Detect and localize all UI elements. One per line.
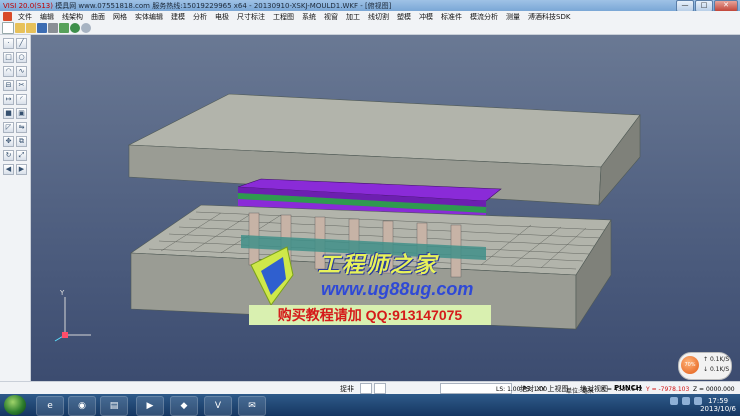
system-tray xyxy=(670,397,702,405)
layer-icon[interactable] xyxy=(59,23,69,33)
trim-tool-icon[interactable]: ✂ xyxy=(16,80,27,91)
snap-toggle[interactable] xyxy=(360,383,372,394)
menu-analysis[interactable]: 分析 xyxy=(189,12,211,22)
watermark-contact-text: 购买教程请加 QQ:913147075 xyxy=(277,307,463,323)
axis-triad xyxy=(54,297,91,342)
3d-viewport[interactable]: 工程师之家 www.ug88ug.com 购买教程请加 QQ:913147075… xyxy=(31,35,740,381)
menu-standard-parts[interactable]: 标准件 xyxy=(437,12,466,22)
new-file-icon[interactable] xyxy=(2,22,14,34)
fillet-tool-icon[interactable]: ◜ xyxy=(16,94,27,105)
arrow-left-icon[interactable]: ◀ xyxy=(3,164,14,175)
coord-x: X = 4339.642 xyxy=(601,386,643,393)
title-bar: VISI 20.0(S13) 模具网 www.07551818.com 服务热线… xyxy=(0,0,740,12)
main-toolbar xyxy=(0,22,740,35)
tray-network-icon[interactable] xyxy=(670,397,678,405)
snap-label[interactable]: 捉非 xyxy=(340,384,354,394)
coord-z: Z = 0000.000 xyxy=(693,386,735,393)
menu-file[interactable]: 文件 xyxy=(14,12,36,22)
line-scale: LS: 1.00 PS: 1.00 xyxy=(496,386,548,393)
clock-time: 17:59 xyxy=(707,397,729,405)
scale-tool-icon[interactable]: ⤢ xyxy=(16,150,27,161)
network-speed-widget[interactable]: 70% ↑ 0.1K/S ↓ 0.1K/S xyxy=(678,352,732,380)
taskbar-visi-icon[interactable]: V xyxy=(204,396,232,416)
copy-tool-icon[interactable]: ⧉ xyxy=(16,136,27,147)
line-tool-icon[interactable]: ╱ xyxy=(16,38,27,49)
watermark-brand: 工程师之家 xyxy=(318,252,439,278)
open-folder-icon[interactable] xyxy=(15,23,25,33)
taskbar-qq-icon[interactable]: ◉ xyxy=(68,396,96,416)
mold-assembly-model xyxy=(54,93,641,342)
menu-modeling[interactable]: 建模 xyxy=(167,12,189,22)
rotate-tool-icon[interactable]: ↻ xyxy=(3,150,14,161)
menu-stamping-die[interactable]: 冲模 xyxy=(415,12,437,22)
windows-taskbar: e ◉ ▤ ▶ ◆ V ✉ 17:59 2013/10/6 xyxy=(0,394,740,416)
box-tool-icon[interactable]: ▣ xyxy=(16,108,27,119)
network-usage-indicator: 70% xyxy=(681,356,699,374)
menu-wire-cut[interactable]: 线切割 xyxy=(364,12,393,22)
taskbar-folder-icon[interactable]: ▤ xyxy=(100,396,128,416)
menu-system[interactable]: 系统 xyxy=(298,12,320,22)
coord-y: Y = -7978.103 xyxy=(646,386,690,393)
menu-sdk[interactable]: 溥酒科技SDK xyxy=(524,12,574,22)
download-speed: ↓ 0.1K/S xyxy=(703,366,730,373)
menu-wireframe[interactable]: 线架构 xyxy=(58,12,87,22)
taskbar-clock[interactable]: 17:59 2013/10/6 xyxy=(700,397,736,413)
upload-speed-value: 0.1K/S xyxy=(709,356,730,363)
help-icon[interactable] xyxy=(81,23,91,33)
watermark-url: www.ug88ug.com xyxy=(321,279,474,299)
window-title-text: 模具网 www.07551818.com 服务热线:15019229965 x6… xyxy=(52,2,392,10)
taskbar-chat-icon[interactable]: ✉ xyxy=(238,396,266,416)
arc-tool-icon[interactable]: ◠ xyxy=(3,66,14,77)
folder-icon[interactable] xyxy=(26,23,36,33)
menu-drawing[interactable]: 工程图 xyxy=(269,12,298,22)
menu-measure[interactable]: 测量 xyxy=(502,12,524,22)
menu-solid-edit[interactable]: 实体编辑 xyxy=(131,12,167,22)
arrow-right-icon[interactable]: ▶ xyxy=(16,164,27,175)
upload-speed: ↑ 0.1K/S xyxy=(703,356,730,363)
taskbar-ie-icon[interactable]: e xyxy=(36,396,64,416)
taskbar-app-icon[interactable]: ◆ xyxy=(170,396,198,416)
point-tool-icon[interactable]: · xyxy=(3,38,14,49)
download-speed-value: 0.1K/S xyxy=(709,366,730,373)
circle-tool-icon[interactable]: ○ xyxy=(16,52,27,63)
grid-toggle[interactable] xyxy=(374,383,386,394)
coord-bar: LS: 1.00 PS: 1.00 单位: 毫米 X = 4339.642 Y … xyxy=(440,386,740,395)
menu-plastic-mold[interactable]: 塑模 xyxy=(393,12,415,22)
app-menu-icon[interactable] xyxy=(3,12,12,21)
chamfer-tool-icon[interactable]: ◸ xyxy=(3,122,14,133)
menu-mesh[interactable]: 网格 xyxy=(109,12,131,22)
menu-edit[interactable]: 编辑 xyxy=(36,12,58,22)
tray-volume-icon[interactable] xyxy=(682,397,690,405)
axis-y-label: Y xyxy=(60,289,65,297)
save-icon[interactable] xyxy=(37,23,47,33)
refresh-icon[interactable] xyxy=(70,23,80,33)
app-version: VISI 20.0(S13) xyxy=(3,2,53,10)
menu-electrode[interactable]: 电极 xyxy=(211,12,233,22)
start-button[interactable] xyxy=(4,395,26,415)
left-toolbar: · ╱ □ ○ ◠ ∿ ⊟ ✂ ↦ ◜ ■ ▣ ◸ ⇋ ✥ ⧉ ↻ ⤢ ◀ ▶ xyxy=(0,35,31,381)
menu-surface[interactable]: 曲面 xyxy=(87,12,109,22)
menu-machining[interactable]: 加工 xyxy=(342,12,364,22)
window-title: VISI 20.0(S13) 模具网 www.07551818.com 服务热线… xyxy=(3,1,391,11)
print-icon[interactable] xyxy=(48,23,58,33)
solid-tool-icon[interactable]: ■ xyxy=(3,108,14,119)
menu-mold-flow[interactable]: 模流分析 xyxy=(466,12,502,22)
offset-tool-icon[interactable]: ⊟ xyxy=(3,80,14,91)
window-controls: — □ ✕ xyxy=(676,0,738,12)
mirror-tool-icon[interactable]: ⇋ xyxy=(16,122,27,133)
spline-tool-icon[interactable]: ∿ xyxy=(16,66,27,77)
rect-tool-icon[interactable]: □ xyxy=(3,52,14,63)
extend-tool-icon[interactable]: ↦ xyxy=(3,94,14,105)
clock-date: 2013/10/6 xyxy=(700,405,736,413)
menu-dimension[interactable]: 尺寸标注 xyxy=(233,12,269,22)
taskbar-media-icon[interactable]: ▶ xyxy=(136,396,164,416)
menu-view[interactable]: 视窗 xyxy=(320,12,342,22)
watermark-contact: 购买教程请加 QQ:913147075 xyxy=(249,305,491,325)
move-tool-icon[interactable]: ✥ xyxy=(3,136,14,147)
